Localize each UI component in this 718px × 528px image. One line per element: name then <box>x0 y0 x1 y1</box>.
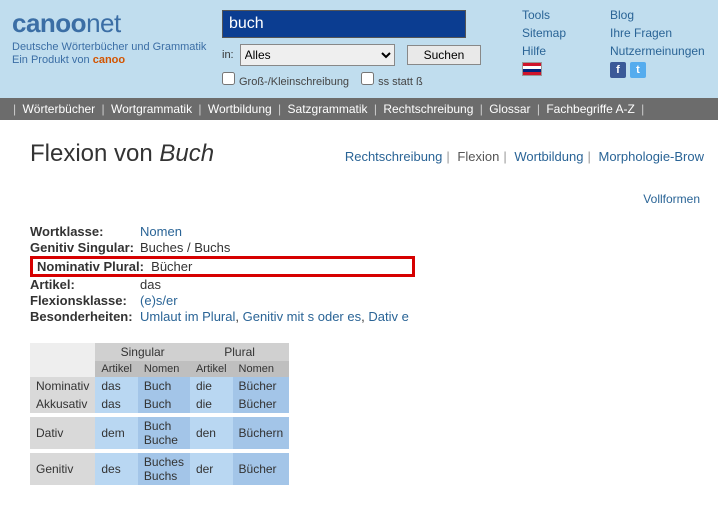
case-option[interactable]: Groß-/Kleinschreibung <box>222 72 349 88</box>
cell: die <box>190 395 233 413</box>
search-input[interactable] <box>222 10 466 38</box>
flexion-link[interactable]: (e)s/er <box>140 293 178 308</box>
top-links-col-2: Blog Ihre Fragen Nutzermeinungen ft <box>610 8 698 88</box>
logo-suffix: net <box>86 8 121 38</box>
case-label: Genitiv <box>30 453 95 485</box>
summary-value: Buches / Buchs <box>140 240 415 256</box>
link-faq[interactable]: Ihre Fragen <box>610 26 698 40</box>
nav-item[interactable]: Fachbegriffe A-Z <box>546 102 635 116</box>
main-content: Flexion von Buch Rechtschreibung| Flexio… <box>0 120 718 495</box>
nav-item[interactable]: Glossar <box>489 102 530 116</box>
cell: Bücher <box>233 395 290 413</box>
besonder-link[interactable]: Dativ e <box>368 309 408 324</box>
cell: die <box>190 377 233 395</box>
social-icons: ft <box>610 62 698 78</box>
col-group-plural: Plural <box>190 343 289 361</box>
logo-prefix: canoo <box>12 8 86 38</box>
cell: des <box>95 453 138 485</box>
case-checkbox[interactable] <box>222 72 235 85</box>
cell: den <box>190 417 233 449</box>
scope-select[interactable]: Alles <box>240 44 395 66</box>
cell: das <box>95 395 138 413</box>
link-reviews[interactable]: Nutzermeinungen <box>610 44 698 58</box>
ss-option[interactable]: ss statt ß <box>349 72 423 88</box>
header: canoonet Deutsche Wörterbücher und Gramm… <box>0 0 718 98</box>
brand-block: canoonet Deutsche Wörterbücher und Gramm… <box>12 8 222 88</box>
subhead: Artikel <box>95 361 138 377</box>
highlighted-row: Nominativ Plural: Bücher <box>30 256 415 277</box>
nav-item[interactable]: Wortgrammatik <box>111 102 192 116</box>
table-row: Genitiv des Buches Buchs der Bücher <box>30 453 289 485</box>
main-nav: | Wörterbücher | Wortgrammatik | Wortbil… <box>0 98 718 120</box>
col-group-singular: Singular <box>95 343 190 361</box>
cell: das <box>95 377 138 395</box>
link-tools[interactable]: Tools <box>522 8 610 22</box>
case-label: Akkusativ <box>30 395 95 413</box>
tab-flexion[interactable]: Flexion <box>457 149 499 164</box>
page-title: Flexion von Buch <box>30 140 345 168</box>
summary-value: das <box>140 277 415 293</box>
tagline-2: Ein Produkt von canoo <box>12 54 222 66</box>
case-label: Dativ <box>30 417 95 449</box>
top-links-col-1: Tools Sitemap Hilfe <box>522 8 610 88</box>
nav-item[interactable]: Wörterbücher <box>22 102 95 116</box>
subhead: Nomen <box>138 361 190 377</box>
nav-item[interactable]: Rechtschreibung <box>383 102 473 116</box>
table-row: Dativ dem Buch Buche den Büchern <box>30 417 289 449</box>
summary-label: Flexionsklasse: <box>30 293 140 309</box>
cell: Buches Buchs <box>138 453 190 485</box>
link-blog[interactable]: Blog <box>610 8 698 22</box>
cell: Büchern <box>233 417 290 449</box>
nav-item[interactable]: Wortbildung <box>208 102 272 116</box>
sub-tabs: Rechtschreibung| Flexion| Wortbildung| M… <box>345 149 704 164</box>
subhead: Artikel <box>190 361 233 377</box>
facebook-icon[interactable]: f <box>610 62 626 78</box>
tagline-1: Deutsche Wörterbücher und Grammatik <box>12 41 222 53</box>
canoo-brand[interactable]: canoo <box>93 54 125 66</box>
table-row: Nominativ das Buch die Bücher <box>30 377 289 395</box>
cell: Buch <box>138 377 190 395</box>
ss-checkbox[interactable] <box>361 72 374 85</box>
summary-label: Genitiv Singular: <box>30 240 140 256</box>
summary-table: Wortklasse: Nomen Genitiv Singular: Buch… <box>30 224 415 325</box>
wortklasse-link[interactable]: Nomen <box>140 224 182 239</box>
logo[interactable]: canoonet <box>12 8 222 39</box>
uk-flag-icon <box>522 62 542 76</box>
summary-value: Bücher <box>151 259 192 274</box>
cell: der <box>190 453 233 485</box>
headword: Buch <box>159 140 214 167</box>
summary-label: Wortklasse: <box>30 224 140 240</box>
cell: Bücher <box>233 377 290 395</box>
cell: dem <box>95 417 138 449</box>
table-row: Akkusativ das Buch die Bücher <box>30 395 289 413</box>
tab-wordformation[interactable]: Wortbildung <box>514 149 583 164</box>
subhead: Nomen <box>233 361 290 377</box>
vollformen-link[interactable]: Vollformen <box>30 192 700 206</box>
summary-label: Artikel: <box>30 277 140 293</box>
twitter-icon[interactable]: t <box>630 62 646 78</box>
besonder-link[interactable]: Genitiv mit s oder es <box>243 309 362 324</box>
lang-flag-en[interactable] <box>522 62 610 79</box>
cell: Buch <box>138 395 190 413</box>
top-links: Tools Sitemap Hilfe Blog Ihre Fragen Nut… <box>522 8 706 88</box>
case-label: Nominativ <box>30 377 95 395</box>
link-sitemap[interactable]: Sitemap <box>522 26 610 40</box>
declension-table: Singular Plural Artikel Nomen Artikel No… <box>30 343 289 485</box>
search-button[interactable]: Suchen <box>407 45 482 65</box>
cell: Bücher <box>233 453 290 485</box>
summary-label: Nominativ Plural: <box>37 259 144 274</box>
tab-spelling[interactable]: Rechtschreibung <box>345 149 443 164</box>
nav-item[interactable]: Satzgrammatik <box>288 102 368 116</box>
summary-label: Besonderheiten: <box>30 309 140 325</box>
tab-morphology[interactable]: Morphologie-Brow <box>599 149 705 164</box>
search-block: in: Alles Suchen Groß-/Kleinschreibung s… <box>222 8 522 88</box>
in-label: in: <box>222 49 234 61</box>
cell: Buch Buche <box>138 417 190 449</box>
besonder-link[interactable]: Umlaut im Plural <box>140 309 235 324</box>
link-help[interactable]: Hilfe <box>522 44 610 58</box>
